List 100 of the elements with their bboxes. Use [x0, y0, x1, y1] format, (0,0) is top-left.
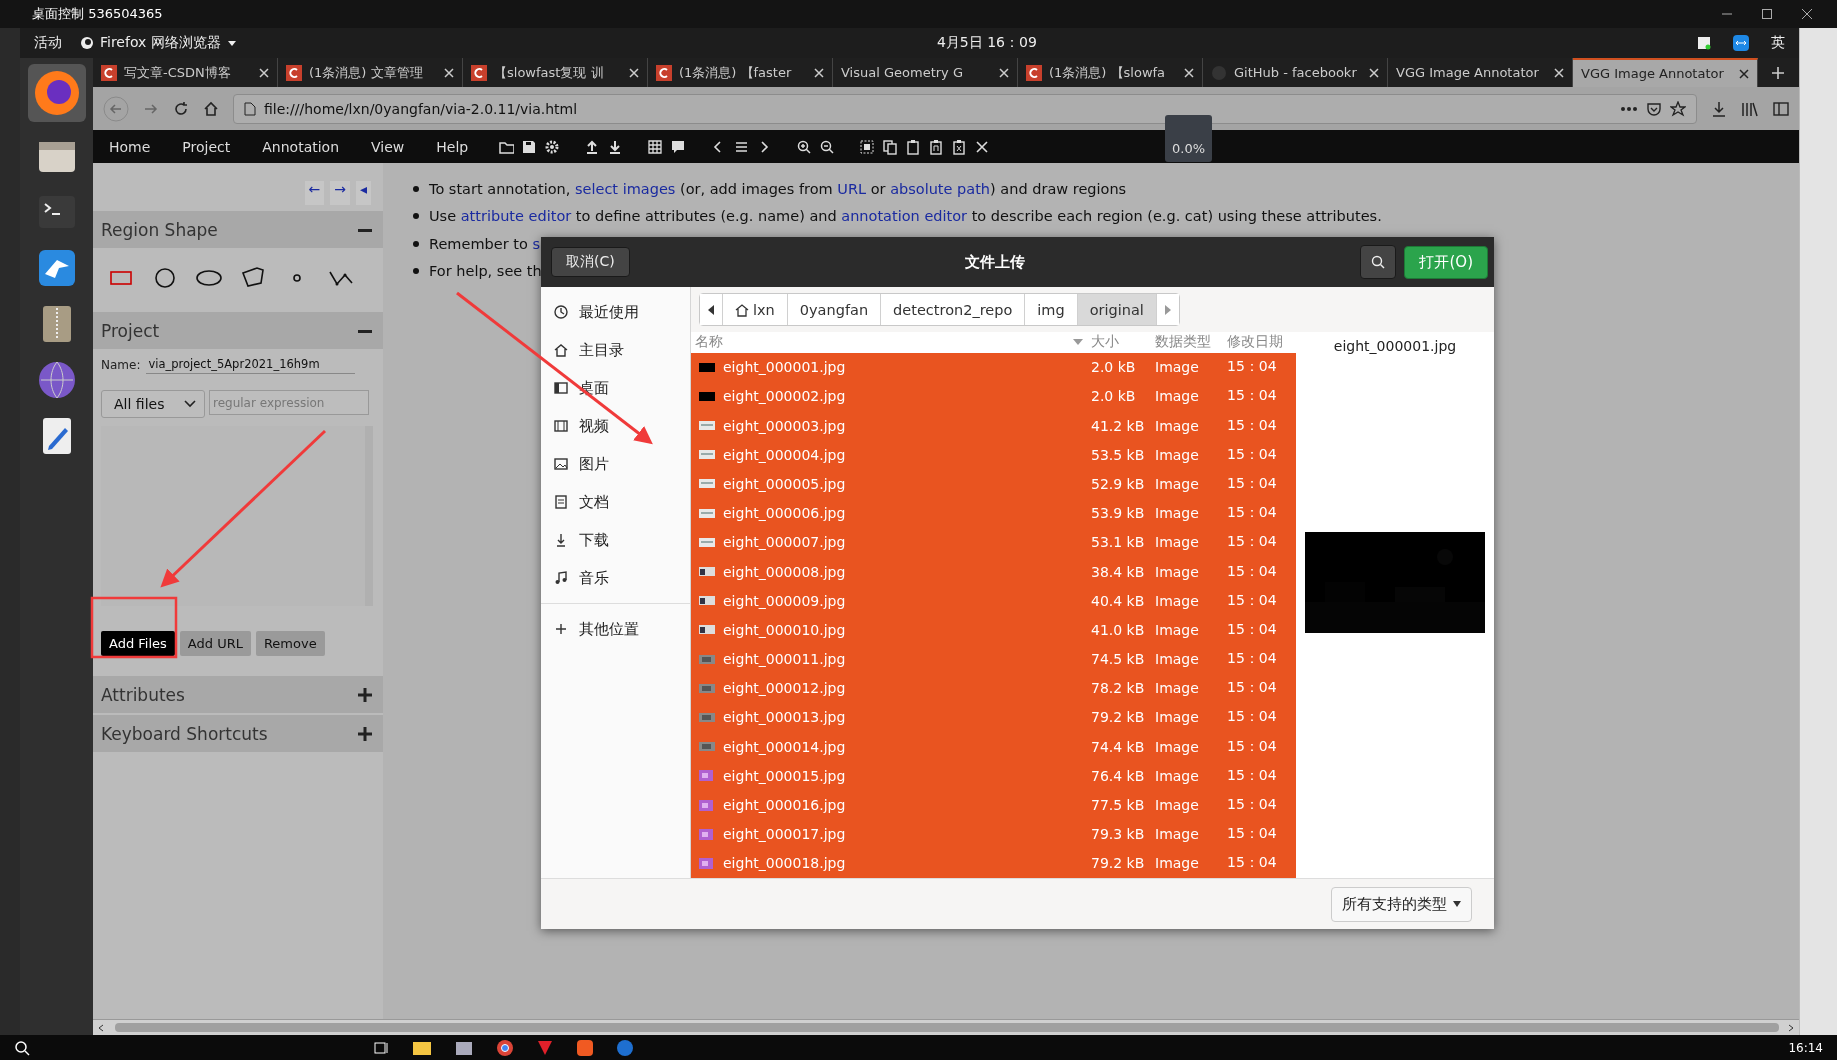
clipboard-icon[interactable]	[951, 138, 968, 155]
clock[interactable]: 4月5日 16：09	[896, 34, 1037, 52]
column-header[interactable]: 名称	[695, 333, 723, 352]
pocket-icon[interactable]	[1646, 100, 1662, 117]
column-header[interactable]: 修改日期	[1227, 333, 1289, 352]
taskbar-clock[interactable]: 16:14	[1788, 1040, 1823, 1055]
file-row[interactable]: eight_000003.jpg 41.2 kB Image 15：04	[691, 411, 1296, 441]
place-item[interactable]: 其他位置	[553, 610, 639, 648]
home-icon[interactable]	[203, 100, 219, 117]
section-header[interactable]: Region Shape	[93, 211, 383, 248]
panel-button[interactable]: Add URL	[179, 631, 251, 656]
cancel-button[interactable]: 取消(C)	[551, 247, 630, 277]
panel-nav-link[interactable]: →	[330, 181, 350, 205]
remote-icon[interactable]	[1733, 35, 1749, 51]
sidebar-icon[interactable]	[1773, 100, 1789, 117]
comment-icon[interactable]	[670, 138, 687, 155]
scrollbar-thumb[interactable]	[115, 1023, 1779, 1032]
file-row[interactable]: eight_000015.jpg 76.4 kB Image 15：04	[691, 761, 1296, 791]
menu-item[interactable]: Home	[93, 138, 167, 155]
column-header[interactable]: 大小	[1091, 333, 1155, 352]
file-row[interactable]: eight_000004.jpg 53.5 kB Image 15：04	[691, 440, 1296, 470]
regex-field[interactable]: regular expression	[209, 390, 369, 415]
file-row[interactable]: eight_000007.jpg 53.1 kB Image 15：04	[691, 527, 1296, 557]
menu-item[interactable]: View	[355, 138, 421, 155]
plus-icon[interactable]	[357, 686, 373, 703]
place-item[interactable]: 文档	[553, 483, 609, 521]
file-row[interactable]: eight_000011.jpg 74.5 kB Image 15：04	[691, 644, 1296, 674]
grid-icon[interactable]	[647, 138, 664, 155]
help-link[interactable]: absolute path	[890, 180, 991, 197]
select-all-icon[interactable]	[859, 138, 876, 155]
folder-icon[interactable]	[412, 1039, 432, 1056]
app-icon[interactable]	[536, 1038, 554, 1057]
download-icon[interactable]	[1711, 100, 1727, 117]
screen-icon[interactable]	[1697, 36, 1711, 50]
file-row[interactable]: eight_000017.jpg 79.3 kB Image 15：04	[691, 819, 1296, 849]
app-icon[interactable]	[454, 1039, 474, 1056]
file-row[interactable]: eight_000012.jpg 78.2 kB Image 15：04	[691, 673, 1296, 703]
file-row[interactable]: eight_000008.jpg 38.4 kB Image 15：04	[691, 556, 1296, 587]
file-row[interactable]: eight_000013.jpg 79.2 kB Image 15：04	[691, 702, 1296, 733]
zoom-in-icon[interactable]	[796, 138, 813, 155]
panel-nav-link[interactable]: ◂	[355, 181, 371, 205]
copy-icon[interactable]	[882, 138, 899, 155]
star-icon[interactable]	[1670, 100, 1686, 117]
scroll-right-icon[interactable]	[1787, 1023, 1795, 1032]
section-header[interactable]: Attributes	[93, 676, 383, 713]
project-name-field[interactable]: via_project_5Apr2021_16h9m	[146, 355, 356, 374]
address-bar[interactable]: file:///home/lxn/0yangfan/via-2.0.11/via.html	[233, 93, 1697, 124]
input-method[interactable]: 英	[1771, 34, 1785, 52]
more-icon[interactable]	[1620, 105, 1638, 112]
file-row[interactable]: eight_000016.jpg 77.5 kB Image 15：04	[691, 790, 1296, 820]
section-header[interactable]: Keyboard Shortcuts	[93, 715, 383, 752]
zoom-out-icon[interactable]	[819, 138, 836, 155]
file-row[interactable]: eight_000001.jpg 2.0 kB Image 15：04	[691, 352, 1296, 382]
library-icon[interactable]	[1741, 100, 1759, 117]
browser-tab[interactable]: VGG Image Annotator	[1573, 58, 1758, 87]
clipboard-icon[interactable]	[905, 138, 922, 155]
save-icon[interactable]	[521, 138, 538, 155]
clipboard-icon[interactable]	[928, 138, 945, 155]
file-row[interactable]: eight_000006.jpg 53.9 kB Image 15：04	[691, 498, 1296, 528]
place-item[interactable]: 下载	[553, 521, 609, 559]
task-view-icon[interactable]	[374, 1040, 390, 1055]
place-item[interactable]: 主目录	[553, 331, 624, 369]
column-header[interactable]: 数据类型	[1155, 333, 1227, 352]
panel-nav-link[interactable]: ←	[304, 181, 325, 205]
close-icon[interactable]	[1801, 8, 1813, 20]
file-row[interactable]: eight_000010.jpg 41.0 kB Image 15：04	[691, 615, 1296, 645]
settings-icon[interactable]	[544, 138, 561, 155]
help-link[interactable]: URL	[837, 180, 867, 197]
file-filter-dropdown[interactable]: All files	[101, 390, 205, 418]
place-item[interactable]: 图片	[553, 445, 609, 483]
file-row[interactable]: eight_000014.jpg 74.4 kB Image 15：04	[691, 732, 1296, 762]
menu-item[interactable]: Help	[420, 138, 485, 155]
plus-icon[interactable]	[357, 725, 373, 742]
close-icon[interactable]	[974, 138, 991, 155]
place-item[interactable]: 音乐	[553, 559, 609, 597]
file-row[interactable]: eight_000002.jpg 2.0 kB Image 15：04	[691, 381, 1296, 411]
help-link[interactable]: s	[532, 235, 540, 252]
panel-button[interactable]: Remove	[255, 631, 325, 656]
menu-item[interactable]: Annotation	[246, 138, 356, 155]
path-back-button[interactable]	[700, 294, 723, 325]
reload-icon[interactable]	[173, 100, 189, 117]
section-header[interactable]: Project	[93, 312, 383, 349]
app-icon[interactable]	[576, 1038, 594, 1057]
help-link[interactable]: annotation editor	[841, 208, 968, 225]
app-menu[interactable]: Firefox 网络浏览器	[80, 34, 237, 52]
file-row[interactable]: eight_000005.jpg 52.9 kB Image 15：04	[691, 469, 1296, 499]
file-row[interactable]: eight_000018.jpg 79.2 kB Image 15：04	[691, 848, 1296, 878]
activities-button[interactable]: 活动	[20, 34, 80, 52]
search-icon[interactable]	[14, 1039, 30, 1056]
app-icon[interactable]	[616, 1038, 634, 1057]
file-row[interactable]: eight_000009.jpg 40.4 kB Image 15：04	[691, 586, 1296, 616]
place-item[interactable]: 视频	[553, 407, 609, 445]
panel-button[interactable]: Add Files	[101, 631, 175, 656]
file-type-dropdown[interactable]: 所有支持的类型	[1331, 886, 1472, 922]
maximize-icon[interactable]	[1761, 8, 1773, 20]
menu-item[interactable]: Project	[166, 138, 247, 155]
search-button[interactable]	[1360, 245, 1397, 279]
scroll-left-icon[interactable]	[97, 1023, 105, 1032]
place-item[interactable]: 最近使用	[553, 293, 639, 331]
close-icon[interactable]	[1739, 68, 1749, 79]
